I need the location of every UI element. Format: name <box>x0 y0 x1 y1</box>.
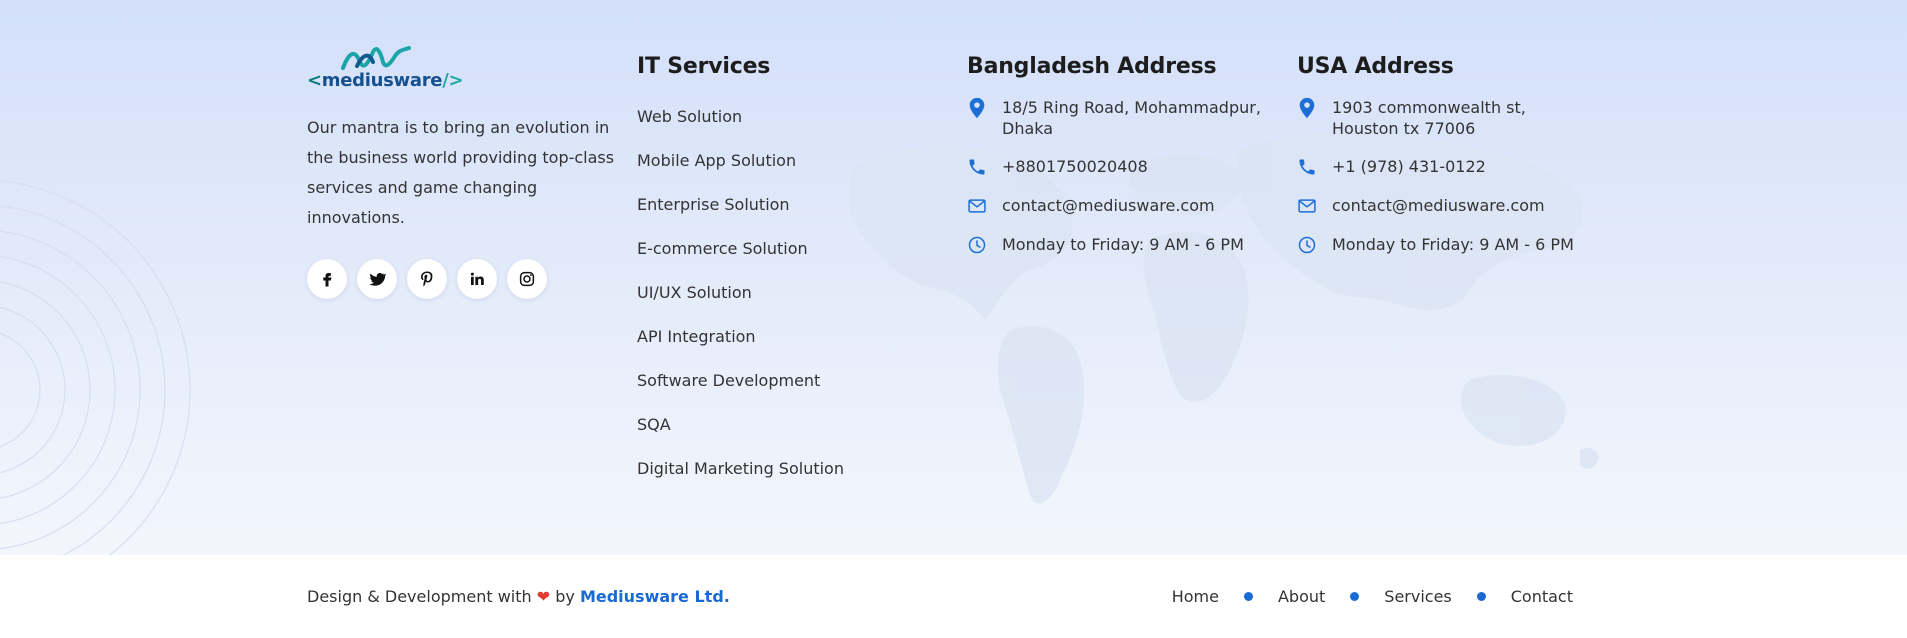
logo[interactable]: <mediusware/> <box>307 46 617 91</box>
usa-address-heading: USA Address <box>1297 54 1454 79</box>
pinterest-icon <box>421 271 433 287</box>
services-list: Web Solution Mobile App Solution Enterpr… <box>637 95 937 491</box>
service-link[interactable]: Web Solution <box>637 95 937 139</box>
linkedin-icon <box>470 272 484 285</box>
usa-address-column: USA Address 1903 commonwealth st, Housto… <box>1297 54 1597 273</box>
footer-bottom-bar: Design & Development with ❤ by Mediuswar… <box>0 555 1907 638</box>
services-column: IT Services Web Solution Mobile App Solu… <box>637 54 937 491</box>
phone-icon <box>1299 159 1315 175</box>
bd-address-text: 18/5 Ring Road, Mohammadpur, Dhaka <box>1002 98 1261 138</box>
facebook-icon <box>323 273 332 287</box>
service-link[interactable]: API Integration <box>637 315 937 359</box>
nav-separator-dot <box>1243 592 1253 601</box>
twitter-icon <box>369 272 386 286</box>
usa-phone-text[interactable]: +1 (978) 431-0122 <box>1332 156 1486 177</box>
linkedin-link[interactable] <box>457 259 497 299</box>
usa-address-text: 1903 commonwealth st, Houston tx 77006 <box>1332 98 1526 138</box>
bangladesh-contact-list: 18/5 Ring Road, Mohammadpur, Dhaka +8801… <box>967 97 1267 256</box>
credit-prefix: Design & Development with <box>307 587 532 606</box>
usa-address-item: 1903 commonwealth st, Houston tx 77006 <box>1297 97 1597 139</box>
bd-hours-item: Monday to Friday: 9 AM - 6 PM <box>967 234 1267 256</box>
bottom-nav: Home About Services Contact <box>1172 587 1573 606</box>
twitter-link[interactable] <box>357 259 397 299</box>
envelope-icon <box>968 199 986 213</box>
service-link[interactable]: Enterprise Solution <box>637 183 937 227</box>
usa-hours-item: Monday to Friday: 9 AM - 6 PM <box>1297 234 1597 256</box>
brand-column: <mediusware/> Our mantra is to bring an … <box>307 46 617 299</box>
footer-container: <mediusware/> Our mantra is to bring an … <box>307 0 1607 555</box>
logo-wave-icon <box>341 46 411 70</box>
map-pin-icon <box>1299 97 1315 119</box>
logo-lt: < <box>307 70 322 91</box>
bd-phone-item: +8801750020408 <box>967 156 1267 178</box>
usa-email-text[interactable]: contact@mediusware.com <box>1332 195 1545 216</box>
usa-phone-item: +1 (978) 431-0122 <box>1297 156 1597 178</box>
pinterest-link[interactable] <box>407 259 447 299</box>
bd-hours-text: Monday to Friday: 9 AM - 6 PM <box>1002 235 1244 254</box>
service-link[interactable]: Software Development <box>637 359 937 403</box>
facebook-link[interactable] <box>307 259 347 299</box>
nav-home[interactable]: Home <box>1172 587 1219 606</box>
credit-by: by <box>555 587 575 606</box>
mantra-text: Our mantra is to bring an evolution in t… <box>307 118 615 227</box>
bangladesh-address-heading: Bangladesh Address <box>967 54 1217 79</box>
clock-icon <box>1298 236 1316 254</box>
service-link[interactable]: Mobile App Solution <box>637 139 937 183</box>
services-heading: IT Services <box>637 54 771 79</box>
clock-icon <box>968 236 986 254</box>
heart-icon: ❤ <box>536 587 551 606</box>
social-links <box>307 259 617 299</box>
service-link[interactable]: Digital Marketing Solution <box>637 447 937 491</box>
usa-hours-text: Monday to Friday: 9 AM - 6 PM <box>1332 235 1574 254</box>
bd-email-item: contact@mediusware.com <box>967 195 1267 217</box>
nav-separator-dot <box>1350 592 1360 601</box>
usa-contact-list: 1903 commonwealth st, Houston tx 77006 +… <box>1297 97 1597 256</box>
service-link[interactable]: E-commerce Solution <box>637 227 937 271</box>
bd-phone-text[interactable]: +8801750020408 <box>1002 156 1148 177</box>
credit-line: Design & Development with ❤ by Mediuswar… <box>307 587 730 606</box>
usa-email-item: contact@mediusware.com <box>1297 195 1597 217</box>
instagram-icon <box>519 271 535 287</box>
logo-name: mediusware <box>321 70 443 91</box>
nav-about[interactable]: About <box>1278 587 1325 606</box>
logo-gt: /> <box>442 70 464 91</box>
service-link[interactable]: UI/UX Solution <box>637 271 937 315</box>
bangladesh-address-column: Bangladesh Address 18/5 Ring Road, Moham… <box>967 54 1267 273</box>
logo-text: <mediusware/> <box>307 70 617 91</box>
bd-address-item: 18/5 Ring Road, Mohammadpur, Dhaka <box>967 97 1267 139</box>
bd-email-text[interactable]: contact@mediusware.com <box>1002 195 1215 216</box>
footer-top: <mediusware/> Our mantra is to bring an … <box>0 0 1907 555</box>
map-pin-icon <box>969 97 985 119</box>
service-link[interactable]: SQA <box>637 403 937 447</box>
nav-separator-dot <box>1476 592 1486 601</box>
instagram-link[interactable] <box>507 259 547 299</box>
envelope-icon <box>1298 199 1316 213</box>
company-link[interactable]: Mediusware Ltd. <box>580 587 730 606</box>
phone-icon <box>969 159 985 175</box>
nav-services[interactable]: Services <box>1384 587 1451 606</box>
nav-contact[interactable]: Contact <box>1511 587 1573 606</box>
